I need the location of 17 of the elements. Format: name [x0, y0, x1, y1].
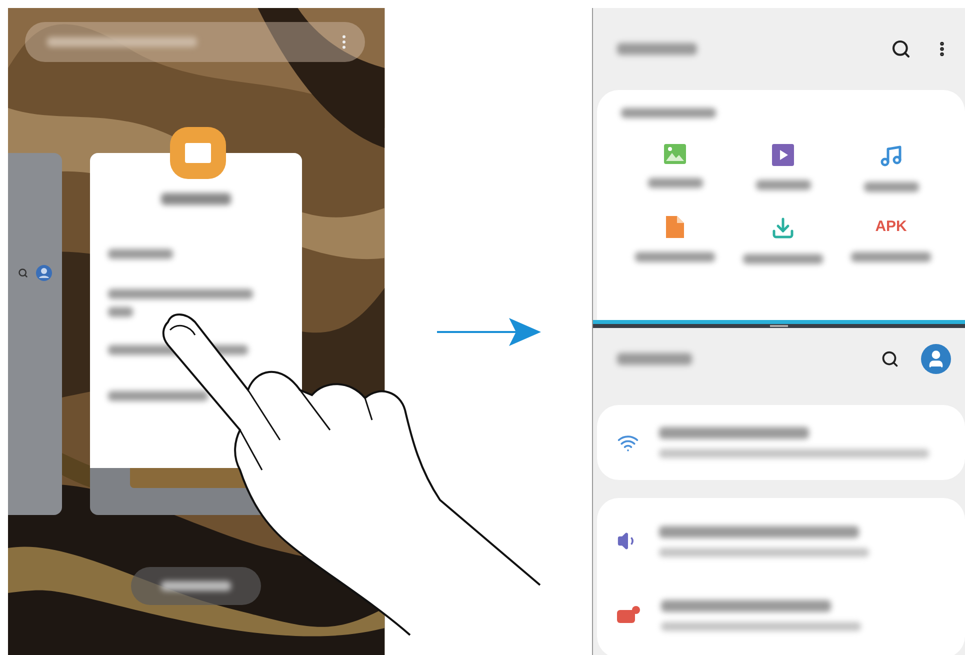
apk-label: APK: [875, 217, 907, 237]
avatar-icon: [36, 265, 52, 281]
blurred-text: [161, 581, 232, 591]
blurred-text: [756, 180, 811, 190]
blurred-text: [864, 182, 919, 192]
search-icon: [18, 268, 28, 278]
blurred-text: [648, 178, 703, 188]
folder-icon: [170, 127, 226, 179]
profile-avatar[interactable]: [921, 344, 951, 374]
search-bar[interactable]: [25, 22, 365, 62]
blurred-text: [161, 193, 231, 205]
blurred-text: [108, 249, 173, 259]
search-icon[interactable]: [891, 39, 911, 59]
close-all-button[interactable]: [131, 567, 262, 605]
split-divider[interactable]: [593, 320, 965, 329]
blurred-text: [108, 307, 133, 317]
search-icon[interactable]: [881, 350, 899, 368]
